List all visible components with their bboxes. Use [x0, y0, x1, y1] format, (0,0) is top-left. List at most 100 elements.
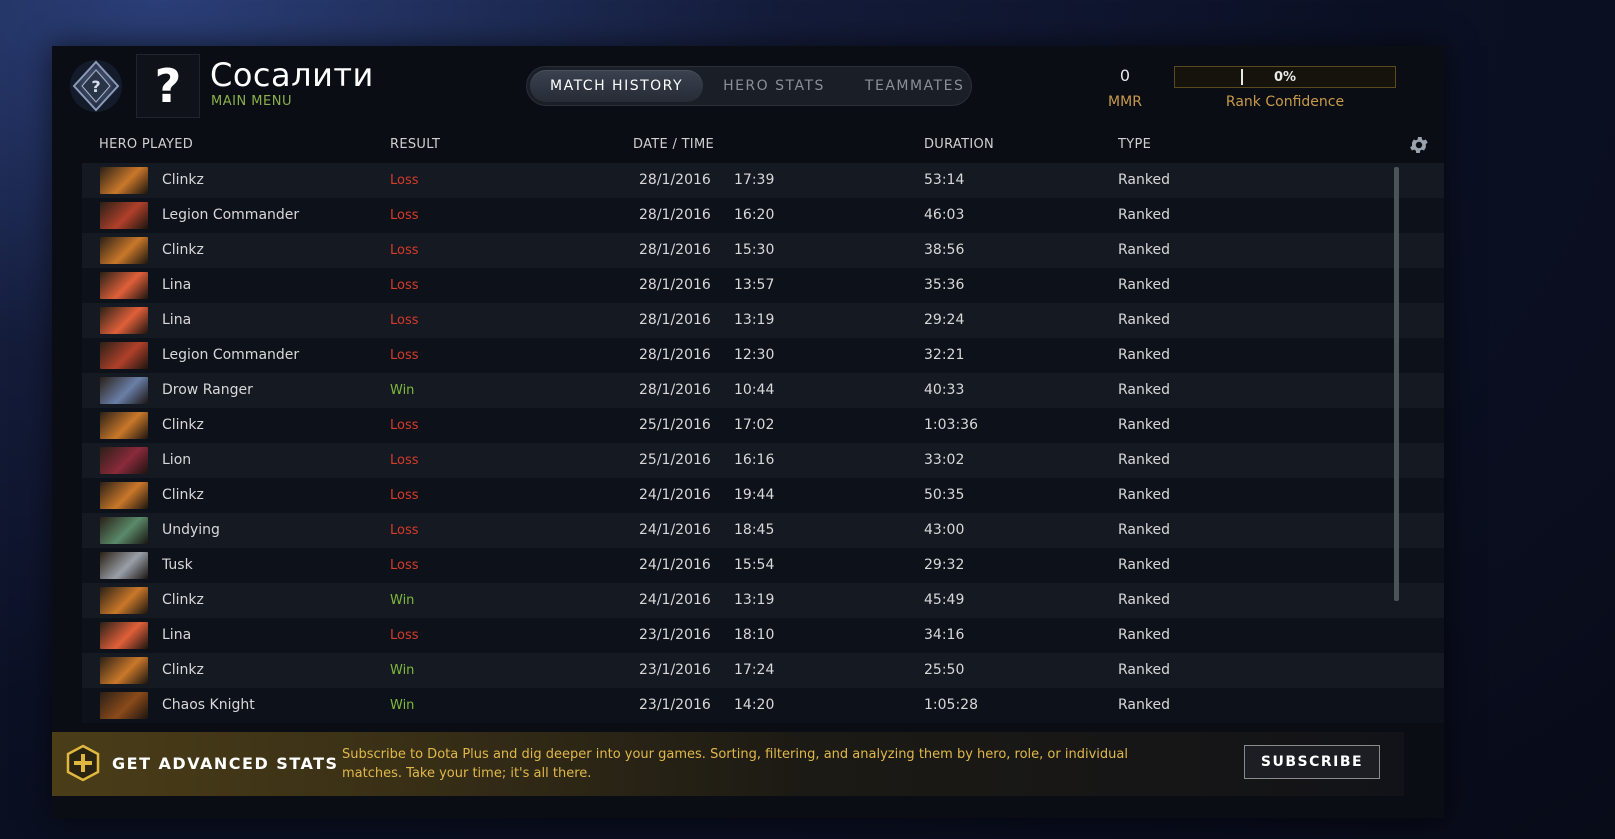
promo-title: GET ADVANCED STATS: [112, 754, 339, 773]
match-date: 24/1/2016: [639, 592, 711, 608]
match-date: 25/1/2016: [639, 417, 711, 433]
main-menu-link[interactable]: MAIN MENU: [211, 94, 292, 109]
hero-name: Legion Commander: [162, 347, 300, 363]
table-row[interactable]: Clinkz Loss 25/1/2016 17:02 1:03:36 Ranked: [82, 408, 1444, 443]
match-time: 10:44: [734, 382, 775, 398]
promo-banner: GET ADVANCED STATS Subscribe to Dota Plu…: [52, 732, 1404, 796]
match-result: Loss: [390, 348, 419, 363]
hero-name: Clinkz: [162, 242, 204, 258]
match-type: Ranked: [1118, 557, 1170, 573]
match-time: 17:24: [734, 662, 775, 678]
table-row[interactable]: Lina Loss 23/1/2016 18:10 34:16 Ranked: [82, 618, 1444, 653]
table-row[interactable]: Clinkz Win 23/1/2016 17:24 25:50 Ranked: [82, 653, 1444, 688]
match-duration: 35:36: [924, 277, 965, 293]
match-result: Win: [390, 593, 415, 608]
match-type: Ranked: [1118, 382, 1170, 398]
hero-portrait-icon: [100, 237, 148, 264]
mmr-label: MMR: [1108, 94, 1142, 110]
table-row[interactable]: Clinkz Win 24/1/2016 13:19 45:49 Ranked: [82, 583, 1444, 618]
table-row[interactable]: Undying Loss 24/1/2016 18:45 43:00 Ranked: [82, 513, 1444, 548]
match-date: 28/1/2016: [639, 382, 711, 398]
match-date: 25/1/2016: [639, 452, 711, 468]
avatar[interactable]: ?: [136, 54, 200, 118]
rank-medal-icon: ?: [70, 60, 122, 112]
match-result: Loss: [390, 313, 419, 328]
table-row[interactable]: Lina Loss 28/1/2016 13:19 29:24 Ranked: [82, 303, 1444, 338]
hero-name: Lina: [162, 312, 192, 328]
match-result: Loss: [390, 278, 419, 293]
hero-name: Drow Ranger: [162, 382, 253, 398]
match-result: Loss: [390, 523, 419, 538]
match-duration: 1:03:36: [924, 417, 978, 433]
match-type: Ranked: [1118, 242, 1170, 258]
match-date: 23/1/2016: [639, 697, 711, 713]
match-type: Ranked: [1118, 312, 1170, 328]
table-row[interactable]: Legion Commander Loss 28/1/2016 12:30 32:21 R…: [82, 338, 1444, 373]
hero-portrait-icon: [100, 272, 148, 299]
match-result: Loss: [390, 243, 419, 258]
tab-match-history[interactable]: MATCH HISTORY: [530, 70, 704, 102]
hero-portrait-icon: [100, 342, 148, 369]
hero-name: Clinkz: [162, 592, 204, 608]
rank-confidence-percent: 0%: [1273, 69, 1297, 85]
gear-icon[interactable]: [1408, 134, 1430, 156]
match-result: Win: [390, 383, 415, 398]
match-duration: 46:03: [924, 207, 965, 223]
column-header-hero: HERO PLAYED: [99, 137, 194, 152]
match-duration: 1:05:28: [924, 697, 978, 713]
match-date: 28/1/2016: [639, 242, 711, 258]
table-row[interactable]: Drow Ranger Win 28/1/2016 10:44 40:33 Ranked: [82, 373, 1444, 408]
table-row[interactable]: Clinkz Loss 28/1/2016 15:30 38:56 Ranked: [82, 233, 1444, 268]
match-result: Loss: [390, 558, 419, 573]
match-time: 15:30: [734, 242, 775, 258]
match-duration: 25:50: [924, 662, 965, 678]
match-time: 18:45: [734, 522, 775, 538]
table-row[interactable]: Chaos Knight Win 23/1/2016 14:20 1:05:28 Rank…: [82, 688, 1444, 723]
table-row[interactable]: Clinkz Loss 24/1/2016 19:44 50:35 Ranked: [82, 478, 1444, 513]
scrollbar[interactable]: [1394, 167, 1399, 601]
hero-portrait-icon: [100, 447, 148, 474]
hero-name: Lion: [162, 452, 192, 468]
hero-portrait-icon: [100, 552, 148, 579]
match-result: Loss: [390, 488, 419, 503]
table-row[interactable]: Lion Loss 25/1/2016 16:16 33:02 Ranked: [82, 443, 1444, 478]
hero-portrait-icon: [100, 587, 148, 614]
match-duration: 50:35: [924, 487, 965, 503]
tab-hero-stats[interactable]: HERO STATS: [703, 70, 845, 102]
hero-portrait-icon: [100, 482, 148, 509]
hero-name: Clinkz: [162, 417, 204, 433]
match-date: 28/1/2016: [639, 207, 711, 223]
table-row[interactable]: Lina Loss 28/1/2016 13:57 35:36 Ranked: [82, 268, 1444, 303]
column-header-datetime: DATE / TIME: [633, 137, 714, 152]
match-type: Ranked: [1118, 347, 1170, 363]
profile-header: ? ? Сосалити MAIN MENU MATCH HISTORY HER…: [52, 46, 1444, 126]
match-duration: 32:21: [924, 347, 965, 363]
match-result: Win: [390, 698, 415, 713]
rank-confidence-bar: 0%: [1174, 66, 1396, 88]
match-time: 16:16: [734, 452, 775, 468]
tab-teammates[interactable]: TEAMMATES: [845, 70, 984, 102]
match-time: 13:19: [734, 312, 775, 328]
match-time: 16:20: [734, 207, 775, 223]
rank-confidence-label: Rank Confidence: [1225, 94, 1345, 110]
hero-name: Clinkz: [162, 172, 204, 188]
hero-name: Chaos Knight: [162, 697, 255, 713]
subscribe-button[interactable]: SUBSCRIBE: [1244, 745, 1380, 779]
hero-name: Lina: [162, 627, 192, 643]
match-date: 23/1/2016: [639, 662, 711, 678]
match-time: 13:57: [734, 277, 775, 293]
match-type: Ranked: [1118, 277, 1170, 293]
hero-portrait-icon: [100, 412, 148, 439]
column-header-type: TYPE: [1118, 137, 1152, 152]
match-date: 28/1/2016: [639, 347, 711, 363]
tab-bar: MATCH HISTORY HERO STATS TEAMMATES: [526, 66, 972, 106]
match-date: 23/1/2016: [639, 627, 711, 643]
match-type: Ranked: [1118, 417, 1170, 433]
match-result: Loss: [390, 208, 419, 223]
hero-name: Tusk: [162, 557, 193, 573]
match-result: Loss: [390, 173, 419, 188]
match-duration: 33:02: [924, 452, 965, 468]
table-row[interactable]: Clinkz Loss 28/1/2016 17:39 53:14 Ranked: [82, 163, 1444, 198]
table-row[interactable]: Legion Commander Loss 28/1/2016 16:20 46:03 R…: [82, 198, 1444, 233]
table-row[interactable]: Tusk Loss 24/1/2016 15:54 29:32 Ranked: [82, 548, 1444, 583]
